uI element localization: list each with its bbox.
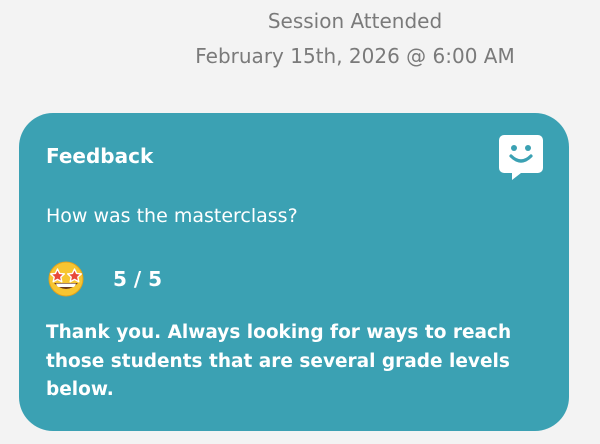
- session-datetime: February 15th, 2026 @ 6:00 AM: [195, 44, 515, 68]
- rating-row: 5 / 5: [46, 259, 346, 299]
- session-header: Session Attended February 15th, 2026 @ 6…: [0, 0, 600, 90]
- feedback-comment: Thank you. Always looking for ways to re…: [46, 322, 512, 400]
- smiley-chat-bubble-icon: [499, 135, 543, 181]
- feedback-question: How was the masterclass?: [46, 205, 298, 227]
- rating-score: 5 / 5: [113, 267, 163, 291]
- feedback-heading: Feedback: [46, 144, 154, 168]
- feedback-card: Feedback How was the masterclass? 5 / 5 …: [19, 113, 569, 431]
- session-title: Session Attended: [267, 9, 443, 33]
- star-struck-emoji-icon: [46, 261, 86, 297]
